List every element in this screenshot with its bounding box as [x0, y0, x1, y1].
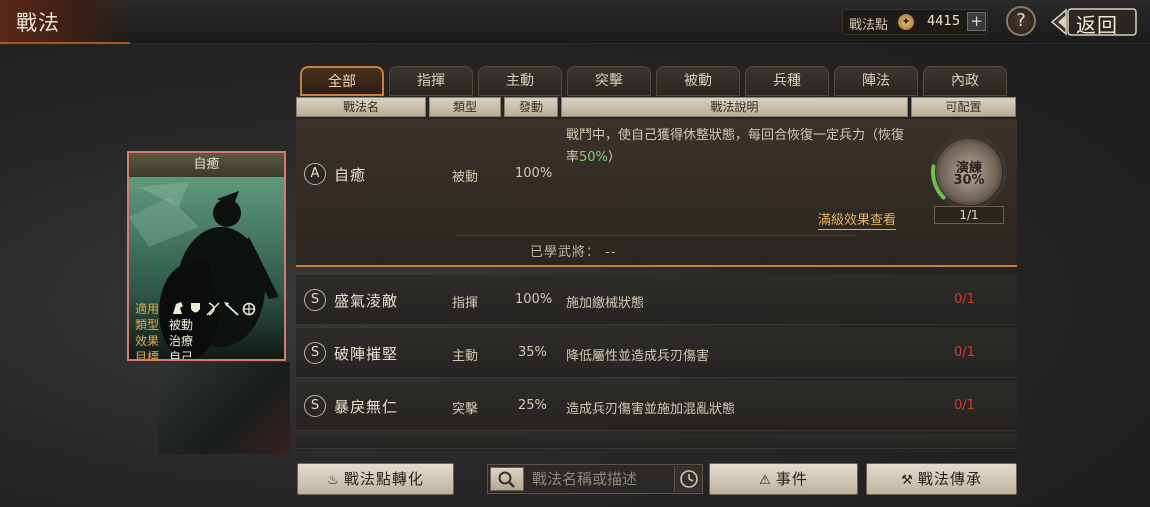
- training-percent: 30%: [953, 173, 985, 188]
- bow-icon: [206, 302, 220, 316]
- learned-value: --: [605, 245, 617, 260]
- skill-rate: 25%: [518, 398, 547, 413]
- skill-points-display: 戰法點 ✦ 4415 +: [842, 9, 988, 35]
- skill-card: 自癒 適用 類型 被動 效果 治療 目標 自己: [127, 151, 286, 361]
- column-name[interactable]: 戰法名: [296, 97, 426, 117]
- skill-row-partial[interactable]: [296, 434, 1017, 449]
- column-description: 戰法說明: [561, 97, 908, 117]
- search-input[interactable]: [532, 469, 664, 489]
- help-button[interactable]: ?: [1006, 6, 1036, 36]
- effect-key: 效果: [135, 334, 160, 348]
- back-button[interactable]: 返回: [1050, 7, 1140, 37]
- type-value: 被動: [169, 318, 194, 332]
- skill-point-coin-icon: ✦: [898, 14, 914, 30]
- column-type[interactable]: 類型: [429, 97, 501, 117]
- assign-count: 0/1: [954, 292, 975, 307]
- skill-list: A 自癒 被動 100% 戰鬥中，使自己獲得休整狀態，每回合恢復一定兵力（恢復率…: [296, 119, 1017, 449]
- tab-passive[interactable]: 被動: [656, 66, 740, 96]
- add-points-button[interactable]: +: [967, 12, 986, 31]
- skill-description: 施加繳械狀態: [566, 296, 645, 311]
- assign-count: 0/1: [954, 398, 975, 413]
- skill-rate: 100%: [515, 292, 553, 307]
- search-icon: [498, 471, 515, 488]
- grade-badge: S: [304, 342, 326, 364]
- title-banner: 戰法: [0, 0, 130, 44]
- skill-row-expanded[interactable]: A 自癒 被動 100% 戰鬥中，使自己獲得休整狀態，每回合恢復一定兵力（恢復率…: [296, 119, 1017, 267]
- event-alert-icon: ⚠: [759, 473, 772, 488]
- wheel-icon: [242, 302, 256, 316]
- applicable-troops: [173, 302, 256, 316]
- skill-name: 自癒: [334, 166, 367, 184]
- skill-description: 造成兵刃傷害並施加混亂狀態: [566, 402, 736, 417]
- tab-active[interactable]: 主動: [478, 66, 562, 96]
- skill-name: 盛氣淩敵: [334, 292, 399, 310]
- tab-all[interactable]: 全部: [300, 66, 384, 96]
- spear-icon: [224, 302, 239, 316]
- convert-points-label: 戰法點轉化: [343, 470, 424, 488]
- column-assignable[interactable]: 可配置: [911, 97, 1016, 117]
- card-stack-shadow: [158, 362, 290, 454]
- tab-formation[interactable]: 陣法: [834, 66, 918, 96]
- target-value: 自己: [169, 350, 194, 361]
- tab-command[interactable]: 指揮: [389, 66, 473, 96]
- training-count: 1/1: [934, 206, 1004, 224]
- description-highlight: 50%: [579, 150, 608, 165]
- grade-badge: S: [304, 395, 326, 417]
- skill-type: 指揮: [452, 296, 479, 311]
- top-bar: 戰法 戰法點 ✦ 4415 + ? 返回: [0, 0, 1150, 44]
- events-label: 事件: [775, 470, 808, 488]
- flame-icon: ♨: [327, 473, 340, 488]
- hammer-icon: ⚒: [901, 473, 914, 488]
- skill-points-value: 4415: [927, 14, 961, 29]
- inherit-skill-label: 戰法傳承: [917, 470, 982, 488]
- effect-value: 治療: [169, 334, 194, 348]
- training-button[interactable]: 演練 30% 1/1: [928, 135, 1010, 225]
- skill-type: 主動: [452, 349, 479, 364]
- type-key: 類型: [135, 318, 160, 332]
- shield-icon: [191, 303, 200, 313]
- learned-label: 已學武將：: [530, 245, 601, 260]
- convert-points-button[interactable]: ♨ 戰法點轉化: [297, 463, 454, 495]
- cavalry-icon: [173, 302, 183, 314]
- skill-type: 被動: [452, 170, 479, 185]
- inherit-skill-button[interactable]: ⚒ 戰法傳承: [866, 463, 1017, 495]
- assign-count: 0/1: [954, 345, 975, 360]
- history-button[interactable]: [674, 466, 702, 492]
- skill-description: 降低屬性並造成兵刃傷害: [566, 349, 710, 364]
- skill-description: 戰鬥中，使自己獲得休整狀態，每回合恢復一定兵力（恢復率50%）: [566, 125, 911, 169]
- target-key: 目標: [135, 350, 160, 361]
- clock-icon: [680, 470, 698, 488]
- full-effect-link[interactable]: 滿級效果查看: [818, 213, 897, 230]
- skill-name: 暴戾無仁: [334, 398, 399, 416]
- apply-key: 適用: [135, 302, 160, 316]
- skill-type: 突擊: [452, 402, 479, 417]
- search-button[interactable]: [490, 467, 524, 491]
- skill-rate: 100%: [515, 166, 553, 181]
- skill-rate: 35%: [518, 345, 547, 360]
- skill-row[interactable]: S 破陣摧堅 主動 35% 降低屬性並造成兵刃傷害 0/1: [296, 328, 1017, 378]
- skill-name: 破陣摧堅: [334, 345, 399, 363]
- tab-assault[interactable]: 突擊: [567, 66, 651, 96]
- description-suffix: ）: [607, 150, 621, 165]
- back-label: 返回: [1076, 13, 1118, 37]
- card-title: 自癒: [129, 153, 284, 177]
- page-title: 戰法: [16, 11, 60, 35]
- tab-internal[interactable]: 內政: [923, 66, 1007, 96]
- tab-troop[interactable]: 兵種: [745, 66, 829, 96]
- column-rate[interactable]: 發動: [504, 97, 558, 117]
- learned-generals: 已學武將： --: [530, 241, 617, 260]
- skill-row[interactable]: S 暴戾無仁 突擊 25% 造成兵刃傷害並施加混亂狀態 0/1: [296, 381, 1017, 431]
- divider: [456, 235, 856, 236]
- skill-row[interactable]: S 盛氣淩敵 指揮 100% 施加繳械狀態 0/1: [296, 275, 1017, 325]
- skill-points-label: 戰法點: [849, 18, 889, 33]
- search-bar: [487, 464, 703, 494]
- grade-badge: S: [304, 289, 326, 311]
- events-button[interactable]: ⚠ 事件: [709, 463, 858, 495]
- category-tabs: 全部 指揮 主動 突擊 被動 兵種 陣法 內政: [300, 66, 1015, 96]
- grade-badge: A: [304, 163, 326, 185]
